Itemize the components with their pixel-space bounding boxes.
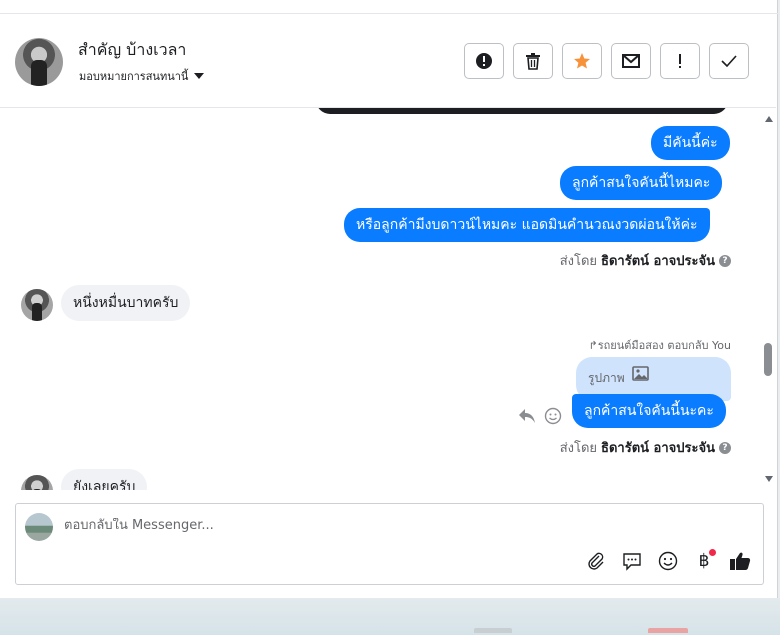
paperclip-icon: [588, 552, 604, 570]
contact-avatar-small[interactable]: [21, 289, 53, 321]
emoji-reaction-icon[interactable]: [544, 407, 562, 425]
trash-icon: [526, 53, 540, 70]
flag-important-button[interactable]: [660, 43, 700, 79]
done-button[interactable]: [709, 43, 749, 79]
contact-name[interactable]: สำคัญ บ้างเวลา: [78, 38, 186, 63]
previous-message-fragment: [316, 108, 728, 114]
attach-button[interactable]: [585, 550, 607, 572]
outgoing-message[interactable]: ลูกค้าสนใจคันนี้ไหมคะ: [560, 166, 723, 200]
sent-by-prefix: ส่งโดย: [559, 254, 598, 269]
reply-context: ↱รถยนต์มือสอง ตอบกลับ You: [588, 336, 731, 354]
payment-button[interactable]: ฿: [693, 549, 716, 572]
caret-down-icon: [194, 73, 205, 79]
assign-conversation-dropdown[interactable]: มอบหมายการสนทนานี้: [79, 67, 205, 85]
sent-by-name: ธิดารัตน์ อาจประจัน: [601, 441, 715, 456]
report-button[interactable]: [464, 43, 504, 79]
scroll-thumb[interactable]: [764, 343, 772, 376]
header-actions: [464, 43, 749, 79]
thread-scrollbar[interactable]: [761, 108, 776, 490]
chat-bubble-icon: [623, 553, 641, 571]
sent-by-name: ธิดารัตน์ อาจประจัน: [601, 254, 715, 269]
outgoing-message[interactable]: มีคันนี้ค่ะ: [651, 126, 730, 160]
outgoing-message[interactable]: หรือลูกค้ามีงบดาวน์ไหมคะ แอดมินคำนวณงวดผ…: [344, 208, 710, 242]
reply-context-text: รถยนต์มือสอง ตอบกลับ You: [597, 339, 731, 352]
exclamation-icon: [679, 54, 681, 68]
contact-avatar-small[interactable]: [21, 475, 53, 490]
sent-by-info: ส่งโดย ธิดารัตน์ อาจประจัน ?: [560, 437, 731, 458]
star-button[interactable]: [562, 43, 602, 79]
image-icon: [632, 366, 649, 381]
conversation-window: สำคัญ บ้างเวลา มอบหมายการสนทนานี้ มีคันน…: [0, 0, 778, 598]
page-avatar: [25, 513, 53, 541]
delete-button[interactable]: [513, 43, 553, 79]
outgoing-message[interactable]: ลูกค้าสนใจคันนี้นะคะ: [572, 394, 726, 428]
sent-by-info: ส่งโดย ธิดารัตน์ อาจประจัน ?: [560, 250, 731, 271]
taskbar-item[interactable]: [474, 628, 512, 633]
emoji-button[interactable]: [657, 550, 679, 572]
incoming-message[interactable]: หนึ่งหมื่นบาทครับ: [61, 285, 191, 321]
help-icon[interactable]: ?: [719, 254, 731, 267]
like-button[interactable]: [729, 550, 751, 572]
star-icon: [574, 53, 590, 69]
incoming-message[interactable]: ยังเลยครับ: [61, 469, 148, 490]
contact-avatar[interactable]: [15, 38, 63, 86]
taskbar-item[interactable]: [648, 628, 688, 633]
scroll-up-arrow[interactable]: [765, 116, 773, 122]
notification-dot: [709, 549, 716, 556]
message-actions: [518, 407, 562, 425]
reply-input[interactable]: [64, 518, 744, 533]
sent-by-prefix: ส่งโดย: [559, 441, 598, 456]
saved-replies-button[interactable]: [621, 550, 643, 572]
help-icon[interactable]: ?: [719, 441, 731, 454]
envelope-icon: [622, 54, 640, 68]
assign-conversation-label: มอบหมายการสนทนานี้: [79, 70, 189, 83]
baht-icon: ฿: [698, 551, 710, 571]
reply-composer: ฿: [15, 503, 764, 585]
check-icon: [721, 55, 737, 67]
taskbar-strip: [0, 598, 780, 635]
message-thread[interactable]: มีคันนี้ค่ะ ลูกค้าสนใจคันนี้ไหมคะ หรือลู…: [0, 108, 760, 490]
photo-label: รูปภาพ: [588, 371, 625, 385]
composer-tools: ฿: [585, 549, 751, 572]
conversation-header: สำคัญ บ้างเวลา มอบหมายการสนทนานี้: [0, 14, 776, 108]
exclamation-circle-icon: [476, 53, 492, 69]
thumbs-up-icon: [730, 552, 751, 570]
mail-button[interactable]: [611, 43, 651, 79]
reply-icon[interactable]: [518, 408, 536, 424]
reply-arrow-icon: ↱: [588, 339, 598, 352]
scroll-down-arrow[interactable]: [765, 476, 773, 482]
smiley-icon: [658, 551, 678, 571]
